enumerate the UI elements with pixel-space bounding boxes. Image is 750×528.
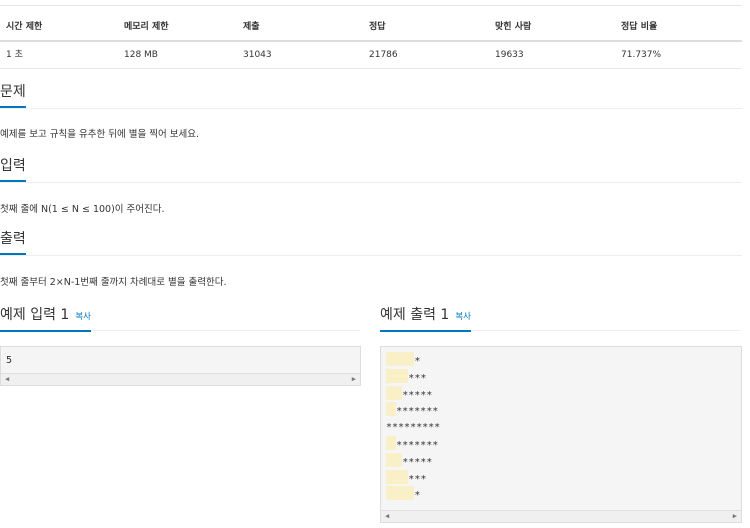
scroll-left-icon[interactable]: ◀ bbox=[385, 511, 389, 522]
sample-output-scrollbar[interactable]: ◀ ▶ bbox=[381, 510, 741, 522]
input-title: 입력 bbox=[0, 156, 26, 182]
star-text: *** bbox=[408, 372, 427, 384]
star-text: ***** bbox=[402, 389, 433, 401]
top-divider bbox=[0, 5, 742, 6]
sample-output-line: ********* bbox=[386, 419, 440, 436]
sample-input-scrollbar[interactable]: ◀ ▶ bbox=[1, 373, 360, 385]
sample-output-block: 예제 출력 1 복사 * *** ***** ******* ********* *****… bbox=[380, 305, 742, 523]
leading-space-highlight bbox=[386, 469, 409, 484]
output-section: 출력 첫째 줄부터 2×N-1번째 줄까지 차례대로 별을 출력한다. bbox=[0, 229, 742, 288]
sample-output-line: ******* bbox=[386, 402, 438, 419]
leading-space-highlight bbox=[386, 452, 403, 467]
sample-output-title: 예제 출력 1 복사 bbox=[380, 305, 471, 332]
leading-space-highlight bbox=[386, 402, 397, 417]
input-section: 입력 첫째 줄에 N(1 ≤ N ≤ 100)이 주어진다. bbox=[0, 156, 742, 215]
value-submissions: 31043 bbox=[243, 50, 272, 60]
copy-sample-output-button[interactable]: 복사 bbox=[455, 312, 471, 322]
sample-output-line: ******* bbox=[386, 436, 438, 453]
star-text: *** bbox=[408, 473, 427, 485]
input-description: 첫째 줄에 N(1 ≤ N ≤ 100)이 주어진다. bbox=[0, 204, 165, 215]
header-accepted: 정답 bbox=[369, 22, 386, 32]
input-headline: 입력 bbox=[0, 156, 742, 183]
value-accept-ratio: 71.737% bbox=[621, 50, 662, 60]
problem-headline: 문제 bbox=[0, 82, 742, 109]
star-text: ********* bbox=[386, 422, 441, 434]
problem-stats-table: 시간 제한 메모리 제한 제출 정답 맞힌 사람 정답 비율 1 초 128 M… bbox=[0, 14, 742, 69]
sample-output-code[interactable]: * *** ***** ******* ********* ******* ***** ***… bbox=[380, 346, 742, 523]
sample-output-line: *** bbox=[386, 469, 427, 487]
scroll-right-icon[interactable]: ▶ bbox=[352, 374, 356, 385]
star-text: * bbox=[414, 490, 421, 502]
sample-input-line: 5 bbox=[6, 355, 13, 366]
header-submissions: 제출 bbox=[243, 22, 260, 32]
sample-output-headline: 예제 출력 1 복사 bbox=[380, 305, 741, 332]
leading-space-highlight bbox=[386, 385, 403, 400]
output-description: 첫째 줄부터 2×N-1번째 줄까지 차례대로 별을 출력한다. bbox=[0, 277, 227, 288]
header-memory-limit: 메모리 제한 bbox=[124, 22, 169, 32]
sample-input-title-text: 예제 입력 1 bbox=[0, 307, 70, 323]
leading-space-highlight bbox=[386, 486, 415, 501]
header-solvers: 맞힌 사람 bbox=[495, 22, 532, 32]
sample-input-code[interactable]: 5 ◀ ▶ bbox=[0, 346, 361, 386]
star-text: * bbox=[414, 356, 421, 367]
sample-input-block: 예제 입력 1 복사 5 ◀ ▶ bbox=[0, 305, 361, 386]
header-accept-ratio: 정답 비율 bbox=[621, 22, 658, 32]
sample-output-line: * bbox=[386, 486, 420, 503]
sample-output-line: ***** bbox=[386, 385, 433, 403]
scroll-right-icon[interactable]: ▶ bbox=[733, 511, 737, 522]
stats-header-row: 시간 제한 메모리 제한 제출 정답 맞힌 사람 정답 비율 bbox=[0, 14, 742, 42]
leading-space-highlight bbox=[386, 436, 397, 450]
value-accepted: 21786 bbox=[369, 50, 398, 60]
value-memory-limit: 128 MB bbox=[124, 50, 158, 60]
sample-input-headline: 예제 입력 1 복사 bbox=[0, 305, 360, 332]
sample-input-title: 예제 입력 1 복사 bbox=[0, 305, 91, 332]
star-text: ***** bbox=[402, 456, 433, 468]
sample-output-title-text: 예제 출력 1 bbox=[380, 307, 450, 323]
star-text: ******* bbox=[396, 440, 439, 451]
scroll-left-icon[interactable]: ◀ bbox=[5, 374, 9, 385]
value-solvers: 19633 bbox=[495, 50, 524, 60]
value-time-limit: 1 초 bbox=[6, 50, 23, 60]
problem-title: 문제 bbox=[0, 82, 26, 108]
output-title: 출력 bbox=[0, 229, 26, 255]
leading-space-highlight bbox=[386, 352, 415, 366]
sample-output-line: ***** bbox=[386, 452, 433, 470]
problem-description: 예제를 보고 규칙을 유추한 뒤에 별을 찍어 보세요. bbox=[0, 129, 199, 140]
header-time-limit: 시간 제한 bbox=[6, 22, 43, 32]
stats-value-row: 1 초 128 MB 31043 21786 19633 71.737% bbox=[0, 42, 742, 69]
copy-sample-input-button[interactable]: 복사 bbox=[75, 312, 91, 322]
leading-space-highlight bbox=[386, 368, 409, 383]
output-headline: 출력 bbox=[0, 229, 742, 256]
star-text: ******* bbox=[396, 406, 439, 418]
sample-output-line: *** bbox=[386, 368, 427, 386]
problem-section: 문제 예제를 보고 규칙을 유추한 뒤에 별을 찍어 보세요. bbox=[0, 82, 742, 140]
sample-output-line: * bbox=[386, 352, 420, 369]
